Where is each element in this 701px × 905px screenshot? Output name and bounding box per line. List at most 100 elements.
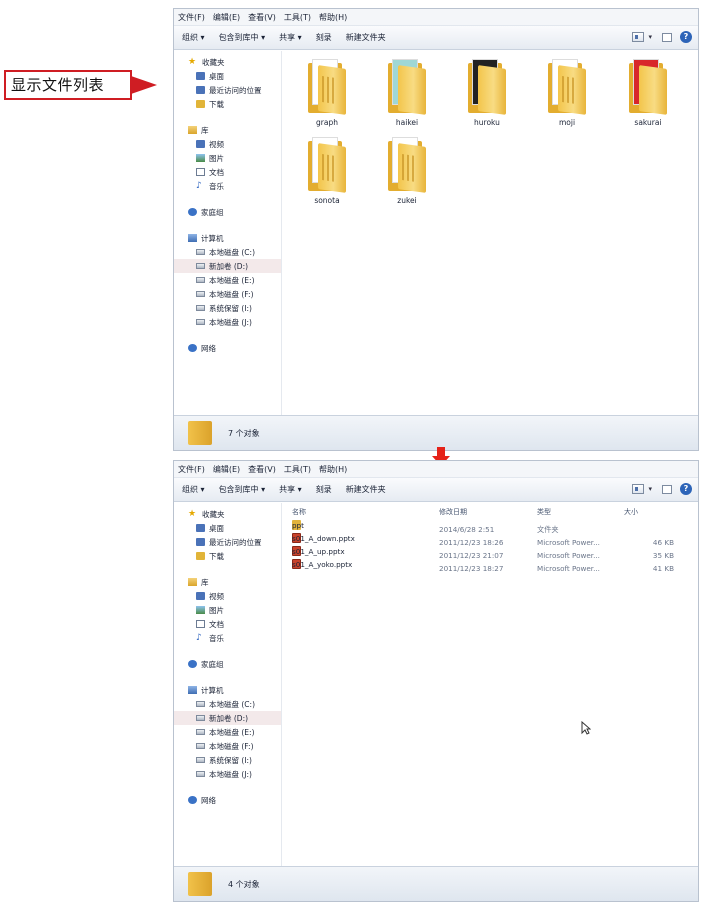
include-in-library-button[interactable]: 包含到库中 ▾ bbox=[219, 32, 266, 43]
column-header-date[interactable]: 修改日期 bbox=[439, 507, 467, 517]
nav-music[interactable]: ♪ 音乐 bbox=[174, 179, 281, 193]
nav-desktop[interactable]: 桌面 bbox=[174, 69, 281, 83]
help-icon[interactable]: ? bbox=[680, 31, 692, 43]
menu-file[interactable]: 文件(F) bbox=[178, 464, 205, 475]
folder-item[interactable]: graph bbox=[297, 57, 357, 127]
folder-item[interactable]: sonota bbox=[297, 135, 357, 205]
menu-file[interactable]: 文件(F) bbox=[178, 12, 205, 23]
column-header-size[interactable]: 大小 bbox=[624, 507, 638, 517]
nav-downloads[interactable]: 下载 bbox=[174, 97, 281, 111]
preview-pane-icon[interactable] bbox=[662, 484, 672, 494]
nav-drive-e[interactable]: 本地磁盘 (E:) bbox=[174, 273, 281, 287]
file-row[interactable]: s01_A_yoko.pptx 2011/12/23 18:27 Microso… bbox=[292, 559, 698, 577]
nav-libraries[interactable]: 库 bbox=[174, 575, 281, 589]
folder-label: haikei bbox=[395, 118, 419, 127]
nav-drive-j[interactable]: 本地磁盘 (J:) bbox=[174, 767, 281, 781]
callout-label: 显示文件列表 bbox=[4, 70, 132, 100]
nav-desktop[interactable]: 桌面 bbox=[174, 521, 281, 535]
nav-drive-c[interactable]: 本地磁盘 (C:) bbox=[174, 245, 281, 259]
nav-videos[interactable]: 视频 bbox=[174, 137, 281, 151]
help-icon[interactable]: ? bbox=[680, 483, 692, 495]
nav-drive-f[interactable]: 本地磁盘 (F:) bbox=[174, 287, 281, 301]
burn-button[interactable]: 刻录 bbox=[316, 484, 332, 495]
folder-icon bbox=[546, 57, 588, 115]
callout-arrow-icon bbox=[131, 76, 157, 94]
nav-label: 家庭组 bbox=[201, 659, 224, 669]
menu-edit[interactable]: 编辑(E) bbox=[213, 12, 240, 23]
nav-documents[interactable]: 文档 bbox=[174, 617, 281, 631]
include-in-library-button[interactable]: 包含到库中 ▾ bbox=[219, 484, 266, 495]
nav-pictures[interactable]: 图片 bbox=[174, 603, 281, 617]
file-row[interactable]: s01_A_down.pptx 2011/12/23 18:26 Microso… bbox=[292, 533, 698, 551]
nav-documents[interactable]: 文档 bbox=[174, 165, 281, 179]
nav-drive-i[interactable]: 系统保留 (I:) bbox=[174, 301, 281, 315]
status-bar: 4 个对象 bbox=[174, 866, 698, 901]
folder-item[interactable]: huroku bbox=[457, 57, 517, 127]
preview-pane-icon[interactable] bbox=[662, 32, 672, 42]
view-options-icon[interactable] bbox=[632, 484, 645, 494]
nav-videos[interactable]: 视频 bbox=[174, 589, 281, 603]
drive-icon bbox=[196, 249, 205, 255]
network-icon bbox=[188, 344, 197, 352]
nav-drive-f[interactable]: 本地磁盘 (F:) bbox=[174, 739, 281, 753]
nav-computer[interactable]: 计算机 bbox=[174, 231, 281, 245]
nav-label: 收藏夹 bbox=[202, 509, 225, 519]
nav-homegroup[interactable]: 家庭组 bbox=[174, 657, 281, 671]
nav-computer[interactable]: 计算机 bbox=[174, 683, 281, 697]
nav-label: 文档 bbox=[209, 167, 224, 177]
organize-button[interactable]: 组织 ▾ bbox=[182, 32, 205, 43]
recent-places-icon bbox=[196, 538, 205, 546]
new-folder-button[interactable]: 新建文件夹 bbox=[346, 32, 386, 43]
folder-item[interactable]: moji bbox=[537, 57, 597, 127]
organize-button[interactable]: 组织 ▾ bbox=[182, 484, 205, 495]
new-folder-button[interactable]: 新建文件夹 bbox=[346, 484, 386, 495]
folder-item[interactable]: zukei bbox=[377, 135, 437, 205]
folder-item[interactable]: haikei bbox=[377, 57, 437, 127]
menu-help[interactable]: 帮助(H) bbox=[319, 464, 347, 475]
nav-libraries[interactable]: 库 bbox=[174, 123, 281, 137]
computer-icon bbox=[188, 686, 197, 694]
menu-tools[interactable]: 工具(T) bbox=[284, 464, 311, 475]
item-count: 7 个对象 bbox=[228, 428, 260, 438]
column-header-name[interactable]: 名称 bbox=[292, 507, 306, 517]
desktop-icon bbox=[196, 72, 205, 80]
nav-label: 系统保留 (I:) bbox=[209, 303, 252, 313]
nav-homegroup[interactable]: 家庭组 bbox=[174, 205, 281, 219]
toolbar: 组织 ▾ 包含到库中 ▾ 共享 ▾ 刻录 新建文件夹 ▾ ? bbox=[174, 478, 698, 502]
callout: 显示文件列表 bbox=[4, 70, 160, 100]
folder-icon bbox=[188, 872, 212, 896]
nav-downloads[interactable]: 下载 bbox=[174, 549, 281, 563]
nav-favorites[interactable]: ★ 收藏夹 bbox=[174, 507, 281, 521]
nav-drive-e[interactable]: 本地磁盘 (E:) bbox=[174, 725, 281, 739]
nav-favorites[interactable]: ★ 收藏夹 bbox=[174, 55, 281, 69]
nav-network[interactable]: 网络 bbox=[174, 793, 281, 807]
drive-icon bbox=[196, 715, 205, 721]
burn-button[interactable]: 刻录 bbox=[316, 32, 332, 43]
nav-drive-d[interactable]: 新加卷 (D:) bbox=[174, 711, 281, 725]
menu-tools[interactable]: 工具(T) bbox=[284, 12, 311, 23]
folder-item[interactable]: sakurai bbox=[618, 57, 678, 127]
file-row[interactable]: s01_A_up.pptx 2011/12/23 21:07 Microsoft… bbox=[292, 546, 698, 564]
nav-drive-j[interactable]: 本地磁盘 (J:) bbox=[174, 315, 281, 329]
share-button[interactable]: 共享 ▾ bbox=[279, 32, 302, 43]
nav-music[interactable]: ♪ 音乐 bbox=[174, 631, 281, 645]
nav-label: 音乐 bbox=[209, 633, 224, 643]
nav-label: 本地磁盘 (E:) bbox=[209, 727, 255, 737]
drive-icon bbox=[196, 771, 205, 777]
chevron-down-icon[interactable]: ▾ bbox=[648, 33, 652, 41]
menu-view[interactable]: 查看(V) bbox=[248, 12, 276, 23]
nav-recent-places[interactable]: 最近访问的位置 bbox=[174, 83, 281, 97]
menu-view[interactable]: 查看(V) bbox=[248, 464, 276, 475]
nav-drive-c[interactable]: 本地磁盘 (C:) bbox=[174, 697, 281, 711]
nav-drive-d[interactable]: 新加卷 (D:) bbox=[174, 259, 281, 273]
share-button[interactable]: 共享 ▾ bbox=[279, 484, 302, 495]
nav-pictures[interactable]: 图片 bbox=[174, 151, 281, 165]
nav-recent-places[interactable]: 最近访问的位置 bbox=[174, 535, 281, 549]
view-options-icon[interactable] bbox=[632, 32, 645, 42]
nav-drive-i[interactable]: 系统保留 (I:) bbox=[174, 753, 281, 767]
column-header-type[interactable]: 类型 bbox=[537, 507, 551, 517]
nav-network[interactable]: 网络 bbox=[174, 341, 281, 355]
menu-help[interactable]: 帮助(H) bbox=[319, 12, 347, 23]
chevron-down-icon[interactable]: ▾ bbox=[648, 485, 652, 493]
menu-edit[interactable]: 编辑(E) bbox=[213, 464, 240, 475]
